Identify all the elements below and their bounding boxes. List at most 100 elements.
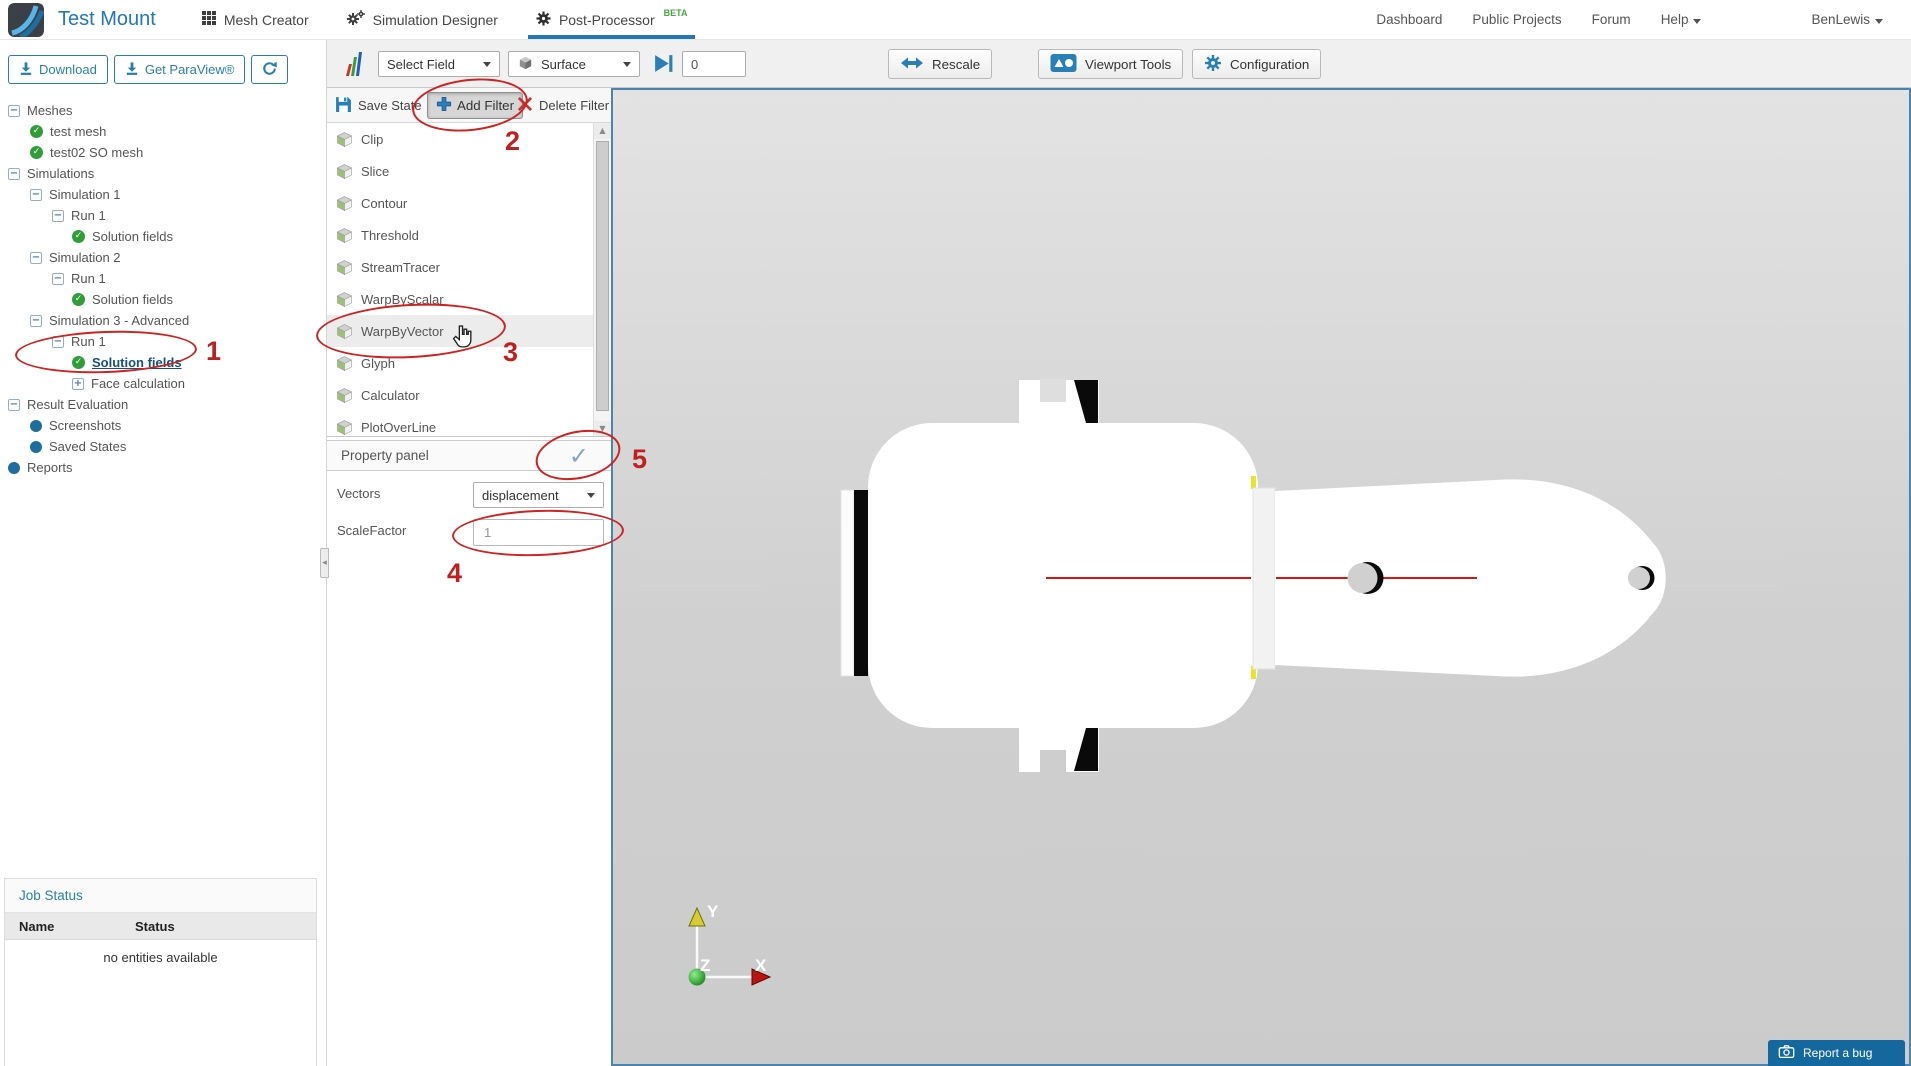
filter-item-contour[interactable]: Contour <box>327 187 593 219</box>
filter-item-calculator[interactable]: Calculator <box>327 379 593 411</box>
tree-item-reports[interactable]: Reports <box>0 457 325 478</box>
tree-item-simulation-2[interactable]: − Simulation 2 <box>0 247 325 268</box>
tree-item-meshes[interactable]: − Meshes <box>0 100 325 121</box>
collapse-minus-icon[interactable]: − <box>8 398 20 411</box>
filter-item-warpbyvector[interactable]: WarpByVector <box>327 315 593 347</box>
filter-item-slice[interactable]: Slice <box>327 155 593 187</box>
frame-input[interactable] <box>682 51 746 77</box>
tree-item-run-1[interactable]: − Run 1 <box>0 205 325 226</box>
viewport-tools-icon <box>1050 53 1077 75</box>
collapse-plus-icon[interactable]: + <box>72 377 84 390</box>
color-legend-icon[interactable] <box>340 50 366 81</box>
representation-dropdown[interactable]: Surface <box>508 51 640 77</box>
job-status-empty: no entities available <box>103 950 218 965</box>
main-tabs: Mesh Creator Simulation Designer Post-Pr… <box>201 0 696 39</box>
filter-actions: Save State Add Filter Delete Filter <box>327 88 611 123</box>
tree-item-run-1[interactable]: − Run 1 <box>0 331 325 352</box>
tree-item-test02-mesh[interactable]: ✓ test02 SO mesh <box>0 142 325 163</box>
delete-filter-button[interactable]: Delete Filter <box>517 88 609 123</box>
axis-label-z: Z <box>700 956 710 975</box>
scroll-up-icon[interactable]: ▲ <box>594 123 611 139</box>
tab-mesh-creator[interactable]: Mesh Creator <box>201 0 309 39</box>
filter-item-warpbyscalar[interactable]: WarpByScalar <box>327 283 593 315</box>
panel-collapse-handle[interactable]: ◂ <box>320 548 329 578</box>
collapse-minus-icon[interactable]: − <box>30 314 42 327</box>
filter-item-threshold[interactable]: Threshold <box>327 219 593 251</box>
node-icon <box>30 440 42 453</box>
model-scene: Y Z X <box>688 379 1666 986</box>
tree-item-screenshots[interactable]: Screenshots <box>0 415 325 436</box>
surface-cube-icon <box>517 54 534 74</box>
filter-item-streamtracer[interactable]: StreamTracer <box>327 251 593 283</box>
nav-dashboard[interactable]: Dashboard <box>1376 12 1442 27</box>
filter-item-plotoverline[interactable]: PlotOverLine <box>327 411 593 436</box>
camera-icon <box>1778 1044 1795 1062</box>
tree-item-solution-fields[interactable]: ✓ Solution fields <box>0 226 325 247</box>
scalefactor-input[interactable] <box>473 519 604 546</box>
add-filter-button[interactable]: Add Filter <box>427 92 524 119</box>
tab-post-processor[interactable]: Post-Processor BETA <box>527 0 696 39</box>
tree-item-simulation-3-advanced[interactable]: − Simulation 3 - Advanced <box>0 310 325 331</box>
filter-cube-icon <box>337 227 352 243</box>
collapse-minus-icon[interactable]: − <box>8 167 20 180</box>
project-title: Test Mount <box>58 8 156 30</box>
check-icon: ✓ <box>72 356 85 369</box>
chevron-down-icon <box>1693 19 1702 24</box>
chevron-down-icon <box>587 492 595 498</box>
tree-item-solution-fields-selected[interactable]: ✓ Solution fields <box>0 352 325 373</box>
scrollbar-thumb[interactable] <box>596 141 609 411</box>
collapse-minus-icon[interactable]: − <box>30 251 42 264</box>
nav-help[interactable]: Help <box>1661 12 1702 27</box>
user-menu[interactable]: BenLewis <box>1811 12 1883 27</box>
collapse-minus-icon[interactable]: − <box>30 188 42 201</box>
double-arrow-icon <box>900 55 924 74</box>
viewport-tools-button[interactable]: Viewport Tools <box>1038 49 1184 79</box>
tree-item-run-1[interactable]: − Run 1 <box>0 268 325 289</box>
collapse-minus-icon[interactable]: − <box>8 104 20 117</box>
tree-item-solution-fields[interactable]: ✓ Solution fields <box>0 289 325 310</box>
vectors-dropdown[interactable]: displacement <box>473 482 604 508</box>
tree-item-saved-states[interactable]: Saved States <box>0 436 325 457</box>
beta-badge: BETA <box>663 7 688 18</box>
tree-item-face-calculation[interactable]: + Face calculation <box>0 373 325 394</box>
filter-cube-icon <box>337 387 352 403</box>
tree-item-simulations[interactable]: − Simulations <box>0 163 325 184</box>
check-icon: ✓ <box>30 146 43 159</box>
download-button[interactable]: Download <box>8 55 108 84</box>
configuration-button[interactable]: Configuration <box>1192 49 1322 79</box>
app-logo-icon[interactable] <box>8 2 44 37</box>
render-viewport[interactable]: Y Z X <box>611 88 1911 1066</box>
tab-simulation-designer[interactable]: Simulation Designer <box>346 0 498 39</box>
select-field-dropdown[interactable]: Select Field <box>378 51 500 77</box>
filter-list-scrollbar[interactable]: ▲ ▼ <box>593 123 611 436</box>
node-icon <box>8 461 20 474</box>
collapse-minus-icon[interactable]: − <box>52 335 64 348</box>
collapse-minus-icon[interactable]: − <box>52 209 64 222</box>
chevron-down-icon <box>1875 19 1883 24</box>
axis-triad: Y Z X <box>688 902 772 986</box>
configuration-gear-icon <box>1204 54 1222 75</box>
play-button[interactable] <box>652 53 675 77</box>
apply-properties-button[interactable]: ✓ <box>569 440 589 471</box>
save-state-button[interactable]: Save State <box>335 88 422 123</box>
scalefactor-label: ScaleFactor <box>337 523 407 538</box>
grid-icon <box>201 11 216 28</box>
get-paraview-button[interactable]: Get ParaView® <box>113 55 246 84</box>
nav-public-projects[interactable]: Public Projects <box>1472 12 1561 27</box>
refresh-button[interactable] <box>251 55 289 84</box>
job-status-columns: Name Status <box>5 913 316 940</box>
rescale-button[interactable]: Rescale <box>888 49 993 79</box>
tree-item-simulation-1[interactable]: − Simulation 1 <box>0 184 325 205</box>
collapse-minus-icon[interactable]: − <box>52 272 64 285</box>
report-bug-button[interactable]: Report a bug <box>1768 1040 1905 1066</box>
tree-item-test-mesh[interactable]: ✓ test mesh <box>0 121 325 142</box>
job-status-panel: Job Status Name Status no entities avail… <box>4 878 317 1066</box>
tree-item-result-evaluation[interactable]: − Result Evaluation <box>0 394 325 415</box>
nav-forum[interactable]: Forum <box>1592 12 1631 27</box>
axis-label-x: X <box>755 956 767 975</box>
filter-item-clip[interactable]: Clip <box>327 123 593 155</box>
job-status-title: Job Status <box>5 879 316 913</box>
left-sidebar: Download Get ParaView® − Meshes ✓ test mes… <box>0 40 327 1066</box>
scroll-down-icon[interactable]: ▼ <box>594 421 611 436</box>
filter-item-glyph[interactable]: Glyph <box>327 347 593 379</box>
